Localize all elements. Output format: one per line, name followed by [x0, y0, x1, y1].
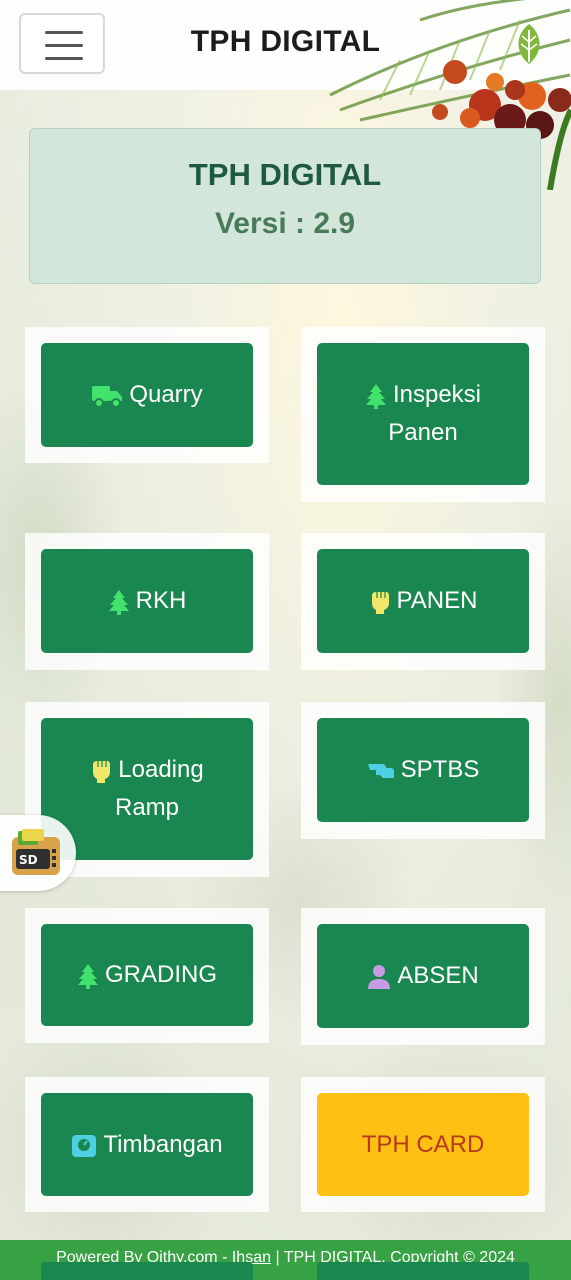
next-row-button-right[interactable] — [317, 1262, 529, 1280]
tph-card-button[interactable]: TPH CARD — [317, 1093, 529, 1196]
fist-icon — [371, 591, 389, 614]
grading-button[interactable]: GRADING — [41, 924, 253, 1026]
rkh-label: RKH — [135, 587, 187, 614]
sd-card-icon: SD — [12, 829, 60, 875]
grading-label: GRADING — [104, 961, 217, 988]
tree-icon — [77, 963, 98, 989]
quarry-label: Quarry — [129, 381, 203, 408]
tree-icon — [365, 383, 386, 409]
next-row-button-left[interactable] — [41, 1262, 253, 1280]
sd-card-floating-button[interactable]: SD — [0, 815, 76, 891]
hand-icon — [367, 763, 394, 778]
version-card: TPH DIGITAL Versi : 2.9 — [29, 128, 541, 284]
panen-label: PANEN — [396, 587, 478, 614]
rkh-button[interactable]: RKH — [41, 549, 253, 653]
panen-button[interactable]: PANEN — [317, 549, 529, 653]
inspeksi-panen-button[interactable]: Inspeksi Panen — [317, 343, 529, 485]
quarry-button[interactable]: Quarry — [41, 343, 253, 447]
absen-label: ABSEN — [397, 962, 479, 989]
version-card-title: TPH DIGITAL — [188, 157, 382, 192]
sptbs-label: SPTBS — [400, 756, 480, 783]
truck-icon — [92, 385, 123, 408]
inspeksi-panen-label: Inspeksi Panen — [388, 381, 482, 446]
fist-icon — [93, 760, 111, 783]
timbangan-label: Timbangan — [103, 1130, 223, 1158]
app-title: TPH DIGITAL — [190, 25, 381, 58]
timbangan-button[interactable]: Timbangan — [41, 1093, 253, 1196]
scale-icon — [72, 1135, 97, 1158]
version-label: Versi : 2.9 — [214, 207, 356, 240]
svg-text:SD: SD — [19, 853, 38, 867]
sptbs-button[interactable]: SPTBS — [317, 718, 529, 822]
tph-card-label: TPH CARD — [361, 1130, 485, 1158]
user-icon — [368, 964, 391, 989]
loading-ramp-label: Loading Ramp — [114, 756, 204, 821]
absen-button[interactable]: ABSEN — [317, 924, 529, 1028]
tree-icon — [108, 589, 129, 615]
leaf-logo-icon — [518, 24, 540, 64]
top-navbar: TPH DIGITAL — [0, 0, 571, 90]
